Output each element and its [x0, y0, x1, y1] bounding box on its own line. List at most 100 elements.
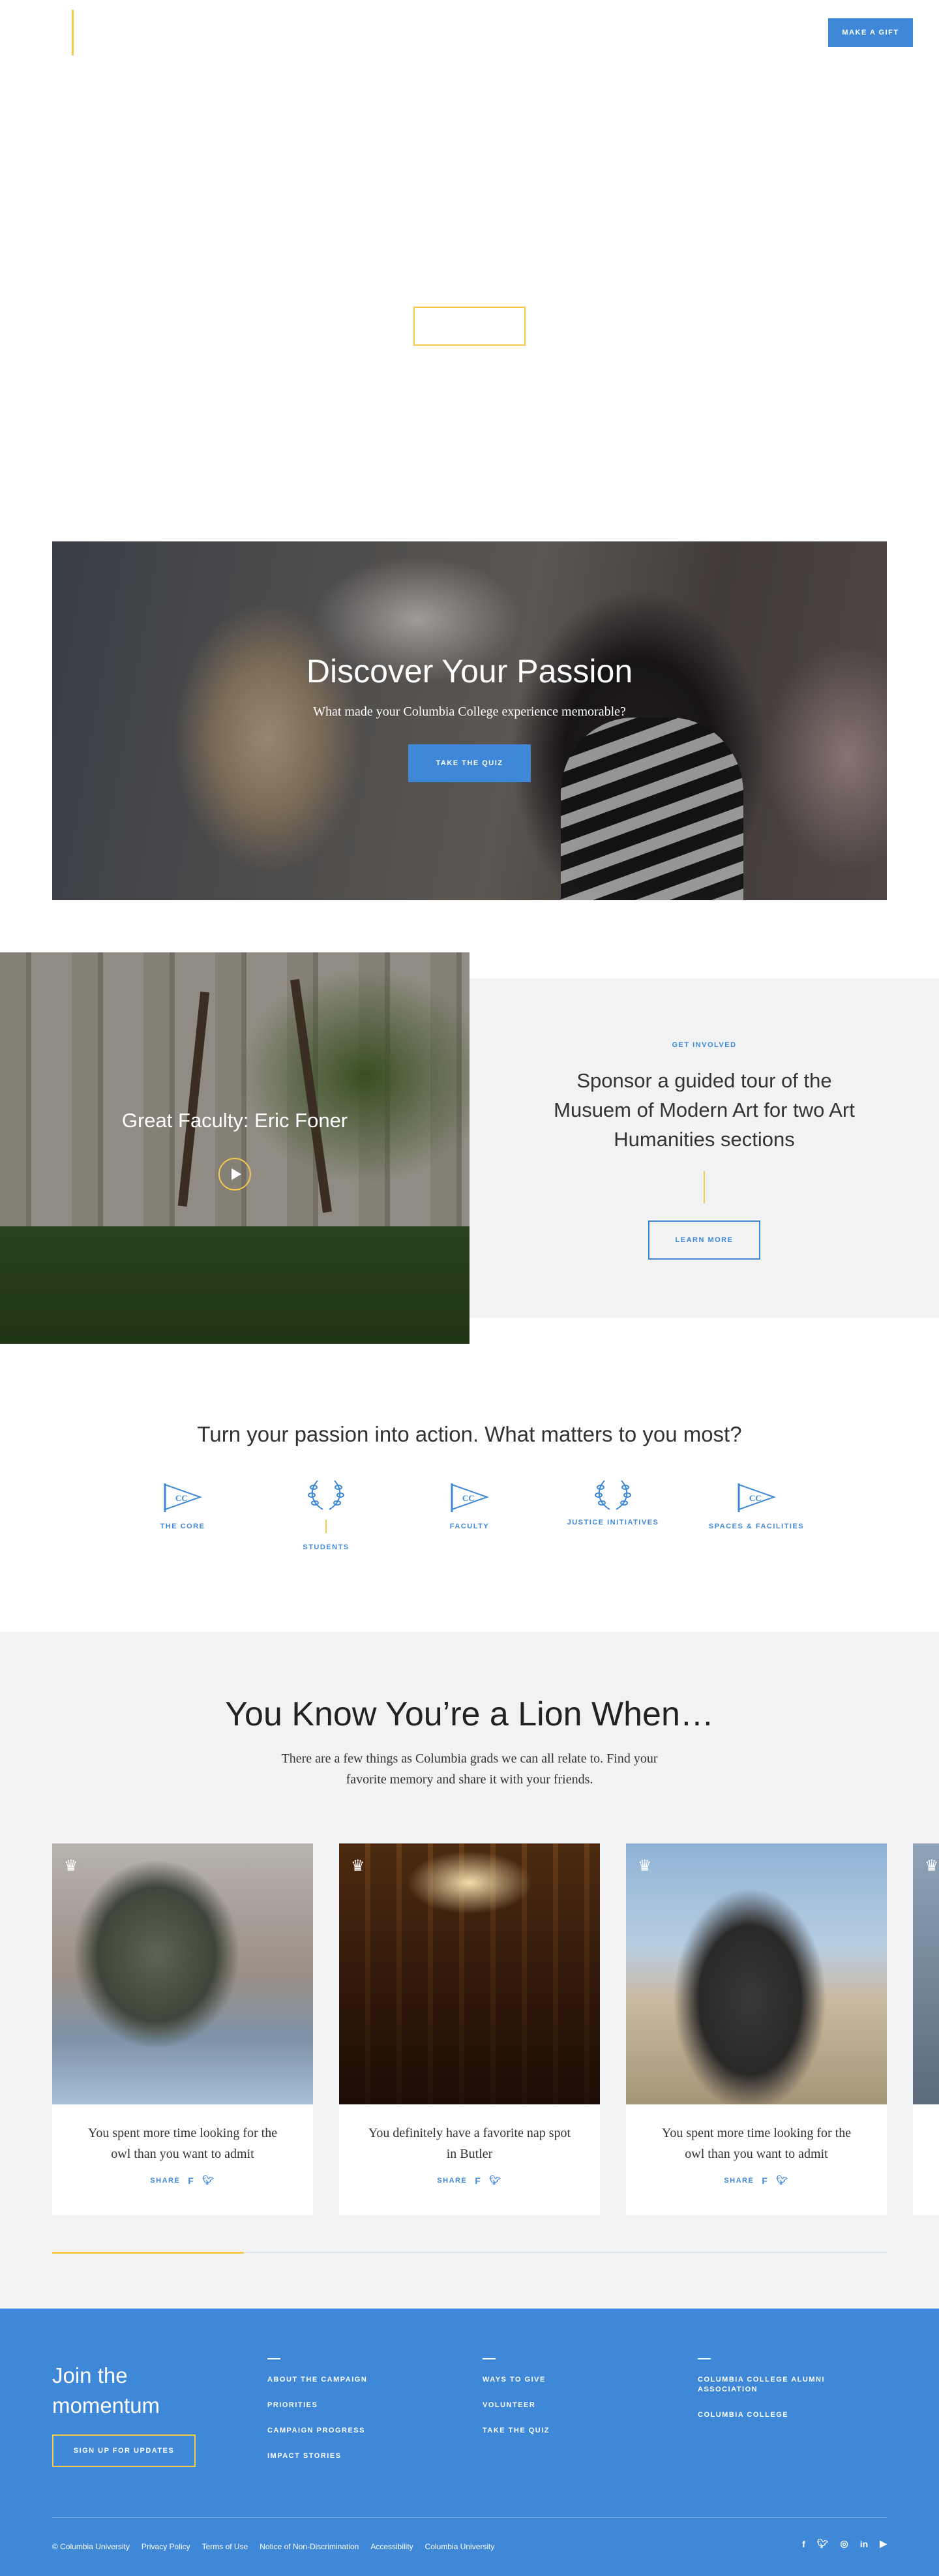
laurel-icon [308, 1480, 344, 1510]
linkedin-icon[interactable]: in [860, 2539, 868, 2549]
card-share: SHARE f 🐦︎ [339, 2175, 600, 2186]
instagram-icon[interactable]: ◎ [841, 2538, 848, 2549]
passion-content: Discover Your Passion What made your Col… [52, 652, 887, 782]
pennant-icon: CC [164, 1483, 203, 1512]
non-discrimination-link[interactable]: Notice of Non-Discrimination [260, 2542, 359, 2551]
accent-line [325, 1520, 327, 1533]
lion-card[interactable]: ♛ You spent more time looking for the ow… [52, 1843, 313, 2215]
footer: Join the momentum SIGN UP FOR UPDATES AB… [0, 2309, 939, 2576]
card-text: You definitely have a favorite nap spot … [368, 2126, 571, 2161]
twitter-icon[interactable]: 🐦︎ [202, 2175, 215, 2186]
tree-trunk [177, 992, 210, 1207]
join-heading: Join the momentum [52, 2363, 160, 2417]
tile-students[interactable]: STUDENTS [274, 1476, 378, 1551]
share-label: SHARE [437, 2176, 468, 2185]
lion-subtitle: There are a few things as Columbia grads… [281, 1751, 658, 1787]
passion-title: Discover Your Passion [306, 653, 633, 689]
footer-link[interactable]: ABOUT THE CAMPAIGN [267, 2375, 424, 2385]
footer-link[interactable]: TAKE THE QUIZ [483, 2426, 639, 2436]
logo-mark[interactable] [72, 10, 74, 55]
learn-more-button[interactable]: LEARN MORE [648, 1220, 760, 1260]
divider [52, 2517, 887, 2518]
involve-title: Sponsor a guided tour of the Musuem of M… [554, 1069, 855, 1151]
tile-label: SPACES & FACILITIES [708, 1523, 805, 1530]
lion-card-partial[interactable]: ♛ [913, 1843, 939, 2215]
twitter-icon[interactable]: 🐦︎ [489, 2175, 501, 2186]
facebook-icon[interactable]: f [762, 2175, 768, 2186]
passion-banner: Discover Your Passion What made your Col… [52, 541, 887, 900]
share-label: SHARE [150, 2176, 181, 2185]
faculty-video[interactable]: Great Faculty: Eric Foner [0, 952, 470, 1344]
footer-link[interactable]: COLUMBIA COLLEGE [698, 2410, 848, 2420]
make-a-gift-button[interactable]: MAKE A GIFT [828, 18, 913, 47]
card-photo-partial: ♛ [913, 1843, 939, 2104]
pennant-icon: CC [738, 1483, 777, 1512]
terms-of-use-link[interactable]: Terms of Use [202, 2542, 248, 2551]
carousel-progress[interactable] [52, 2252, 887, 2254]
divider [698, 2358, 711, 2359]
footer-link[interactable]: IMPACT STORIES [267, 2451, 424, 2461]
svg-text:CC: CC [749, 1493, 762, 1503]
crown-icon: ♛ [925, 1857, 939, 1875]
tile-faculty[interactable]: CC FACULTY [417, 1481, 522, 1530]
tile-label: JUSTICE INITIATIVES [567, 1519, 659, 1526]
pennant-icon: CC [451, 1483, 490, 1512]
twitter-icon[interactable]: 🐦︎ [776, 2175, 788, 2186]
footer-link[interactable]: COLUMBIA COLLEGE ALUMNI ASSOCIATION [698, 2375, 848, 2395]
lion-section: You Know You’re a Lion When… There are a… [0, 1632, 939, 2309]
tile-the-core[interactable]: CC THE CORE [130, 1481, 235, 1530]
footer-nav-campaign: ABOUT THE CAMPAIGN PRIORITIES CAMPAIGN P… [267, 2358, 424, 2477]
card-share: SHARE f 🐦︎ [626, 2175, 887, 2186]
legal-links: © Columbia University Privacy Policy Ter… [52, 2542, 494, 2551]
card-photo-alma-mater: ♛ [626, 1843, 887, 2104]
svg-text:CC: CC [175, 1493, 188, 1503]
columbia-university-link[interactable]: Columbia University [425, 2542, 495, 2551]
facebook-icon[interactable]: f [475, 2175, 481, 2186]
lion-card[interactable]: ♛ You spent more time looking for the ow… [626, 1843, 887, 2215]
twitter-icon[interactable]: 🐦︎ [817, 2538, 829, 2549]
tile-justice-initiatives[interactable]: JUSTICE INITIATIVES [561, 1476, 665, 1526]
matters-title: Turn your passion into action. What matt… [197, 1422, 742, 1446]
card-photo-butler-library: ♛ [339, 1843, 600, 2104]
laurel-icon [595, 1480, 631, 1510]
facebook-icon[interactable]: f [188, 2175, 194, 2186]
divider [267, 2358, 280, 2359]
play-icon[interactable] [218, 1157, 252, 1191]
privacy-policy-link[interactable]: Privacy Policy [142, 2542, 190, 2551]
get-involved-panel: GET INVOLVED Sponsor a guided tour of th… [470, 978, 939, 1318]
footer-link[interactable]: CAMPAIGN PROGRESS [267, 2426, 424, 2436]
get-involved-label: GET INVOLVED [672, 1041, 737, 1049]
video-title: Great Faculty: Eric Foner [121, 1109, 348, 1132]
divider [483, 2358, 496, 2359]
footer-link[interactable]: WAYS TO GIVE [483, 2375, 639, 2385]
crown-icon: ♛ [351, 1857, 365, 1875]
tree-trunk [290, 978, 332, 1213]
footer-link[interactable]: VOLUNTEER [483, 2401, 639, 2410]
crown-icon: ♛ [64, 1857, 78, 1875]
facebook-icon[interactable]: f [802, 2539, 805, 2549]
passion-subtitle: What made your Columbia College experien… [313, 705, 626, 719]
footer-nav-college: COLUMBIA COLLEGE ALUMNI ASSOCIATION COLU… [698, 2358, 848, 2436]
tile-spaces-facilities[interactable]: CC SPACES & FACILITIES [704, 1481, 809, 1530]
share-label: SHARE [724, 2176, 754, 2185]
social-links: f 🐦︎ ◎ in ▶ [802, 2538, 887, 2549]
take-the-quiz-button[interactable]: TAKE THE QUIZ [408, 744, 531, 782]
sign-up-button[interactable]: SIGN UP FOR UPDATES [52, 2434, 196, 2467]
tile-label: STUDENTS [303, 1543, 350, 1551]
card-text: You spent more time looking for the owl … [87, 2126, 278, 2161]
tile-label: THE CORE [160, 1523, 205, 1530]
copyright-text: © Columbia University [52, 2542, 130, 2551]
tile-label: FACULTY [449, 1523, 490, 1530]
accent-line [704, 1171, 705, 1204]
footer-link[interactable]: PRIORITIES [267, 2401, 424, 2410]
lion-card[interactable]: ♛ You definitely have a favorite nap spo… [339, 1843, 600, 2215]
lion-title: You Know You’re a Lion When… [225, 1695, 714, 1733]
svg-text:CC: CC [462, 1493, 475, 1503]
hero-outline-button[interactable] [413, 307, 526, 346]
carousel-progress-fill [52, 2252, 245, 2254]
card-photo-lion-statue: ♛ [52, 1843, 313, 2104]
youtube-icon[interactable]: ▶ [880, 2538, 887, 2549]
card-share: SHARE f 🐦︎ [52, 2175, 313, 2186]
footer-nav-give: WAYS TO GIVE VOLUNTEER TAKE THE QUIZ [483, 2358, 639, 2451]
accessibility-link[interactable]: Accessibility [370, 2542, 413, 2551]
